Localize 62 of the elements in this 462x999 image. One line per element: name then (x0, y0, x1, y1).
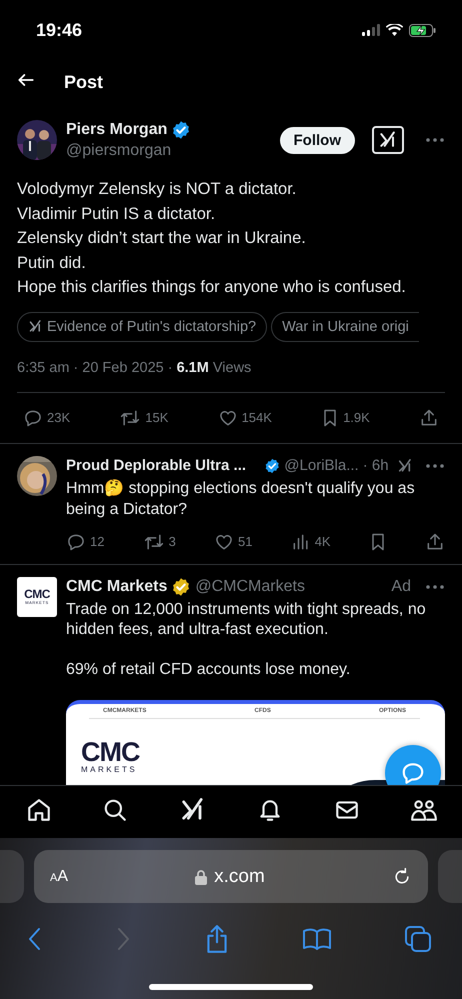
wifi-icon (386, 24, 403, 36)
brand-logo-text: CMC (81, 738, 140, 765)
slash-logo-icon (378, 130, 398, 150)
brand-logo-subtext: MARKETS (81, 764, 138, 774)
page-title: Post (64, 72, 104, 93)
bookmark-button[interactable]: 1.9K (321, 408, 370, 428)
reply-age: · 6h (362, 457, 389, 474)
action-count: 12 (90, 534, 104, 550)
post-timestamp: 6:35 am · 20 Feb 2025 · 6.1M Views (17, 360, 252, 376)
repost-icon (119, 408, 142, 428)
lock-icon (195, 868, 208, 884)
repost-button[interactable]: 15K (119, 408, 168, 428)
slash-logo-icon (28, 319, 43, 334)
verified-badge-icon (171, 576, 192, 597)
share-button[interactable] (424, 532, 445, 552)
author-name: Proud Deplorable Ultra ... (66, 457, 246, 474)
more-icon[interactable] (425, 584, 445, 590)
views-button[interactable]: 4K (290, 532, 331, 552)
like-button[interactable]: 154K (218, 408, 272, 428)
author-name: CMC Markets (66, 578, 168, 596)
action-count: 15K (145, 410, 168, 426)
share-button[interactable] (418, 408, 439, 428)
action-count: 23K (47, 410, 70, 426)
reply-icon (66, 532, 86, 552)
author-handle: @piersmorgan (66, 142, 172, 160)
share-icon (424, 532, 445, 552)
reply-text: Hmm🤔 stopping elections doesn't qualify you as being a Dictator? (66, 478, 416, 520)
action-count: 51 (238, 534, 253, 550)
clock-time: 19:46 (36, 20, 82, 40)
post-text: Volodymyr Zelensky is NOT a dictator. Vladimir Putin IS a dictator. Zelensky didn’t start the war in Ukraine. Putin did. Hope this clarifies things for anyone who is confused. (17, 179, 407, 298)
verified-badge-icon (171, 120, 192, 140)
share-icon (418, 408, 439, 428)
more-icon[interactable] (425, 137, 445, 143)
bookmarks-button[interactable] (302, 926, 332, 952)
signal-icon (362, 24, 380, 36)
address-bar[interactable]: AA x.com (34, 850, 428, 903)
action-count: 154K (242, 410, 272, 426)
like-button[interactable]: 51 (214, 532, 253, 552)
reply-button[interactable]: 12 (66, 532, 104, 552)
reply-button[interactable]: 23K (23, 408, 70, 428)
action-count: 3 (168, 534, 176, 550)
author-handle: @LoriBla... (284, 457, 359, 474)
reply-icon (23, 408, 43, 428)
home-icon[interactable] (26, 797, 52, 823)
repost-button[interactable]: 3 (142, 532, 176, 552)
author-name: Piers Morgan (66, 121, 168, 139)
action-count: 1.9K (343, 410, 370, 426)
ad-label: Ad (391, 578, 411, 596)
text-size-button[interactable]: AA (50, 868, 68, 886)
repost-icon (142, 532, 165, 552)
ad-text: Trade on 12,000 instruments with tight spreads, no hidden fees, and ultra-fast execution. (66, 600, 427, 640)
search-icon[interactable] (102, 797, 128, 823)
author-handle: @CMCMarkets (195, 578, 305, 596)
more-icon[interactable] (425, 462, 445, 469)
url-text: x.com (214, 866, 265, 888)
tabs-button[interactable] (404, 925, 432, 953)
suggestion-chip[interactable]: Evidence of Putin's dictatorship? (17, 312, 268, 342)
suggestion-chip[interactable]: War in Ukraine origi (271, 312, 419, 342)
follow-button[interactable]: Follow (280, 126, 355, 154)
grok-button[interactable] (372, 126, 404, 154)
action-count: 4K (314, 534, 331, 550)
ad-text: 69% of retail CFD accounts lose money. (66, 660, 352, 680)
